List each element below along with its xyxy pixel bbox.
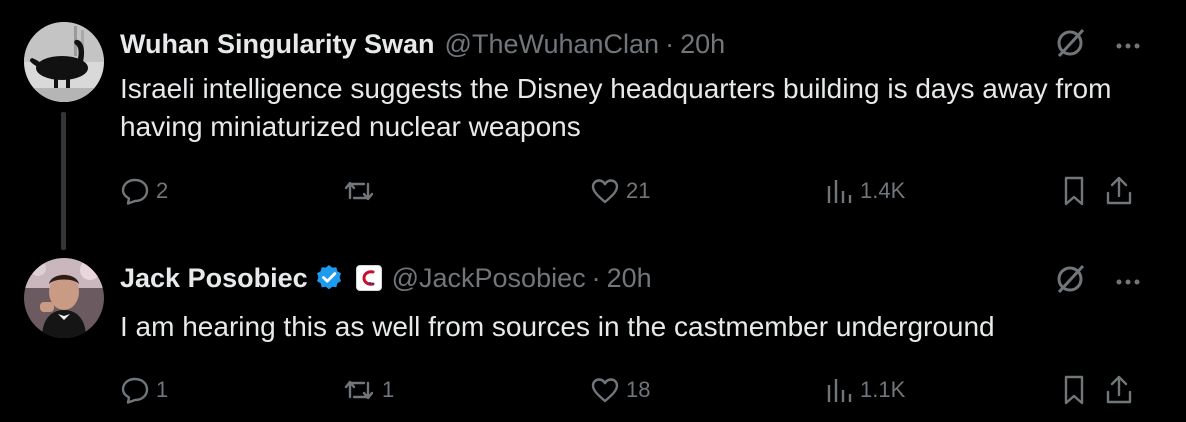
tweet-text: Israeli intelligence suggests the Disney…: [120, 73, 1112, 142]
reply-icon: [120, 176, 150, 206]
reply-button[interactable]: 2: [120, 171, 168, 211]
like-count: 18: [626, 377, 651, 402]
like-button[interactable]: 21: [590, 171, 650, 211]
timestamp[interactable]: 20h: [607, 263, 652, 294]
avatar[interactable]: [24, 22, 104, 102]
reply-count: 1: [156, 377, 169, 402]
affiliate-badge-icon[interactable]: [355, 265, 382, 291]
tweet-top-actions: [1054, 26, 1140, 65]
share-button[interactable]: [1104, 171, 1134, 211]
tweet-actions: 1 1 18 1.1K: [120, 370, 1160, 410]
tweet-actions: 2 21 1.4K: [120, 171, 1160, 211]
profile-photo-image: [24, 258, 104, 338]
grok-icon[interactable]: [1054, 262, 1088, 301]
tweet-1[interactable]: Wuhan Singularity Swan @TheWuhanClan · 2…: [0, 0, 1186, 250]
retweet-icon: [342, 375, 376, 405]
separator-dot: ·: [665, 28, 675, 59]
share-button[interactable]: [1104, 370, 1134, 410]
tweet-text: I am hearing this as well from sources i…: [120, 311, 995, 342]
reply-button[interactable]: 1: [120, 370, 168, 410]
view-count: 1.4K: [860, 178, 906, 203]
bookmark-icon: [1060, 175, 1088, 207]
bookmark-button[interactable]: [1060, 171, 1088, 211]
tweet-header: Jack Posobiec @JackPosobiec · 20h: [120, 260, 652, 296]
views-icon: [826, 176, 854, 206]
timestamp[interactable]: 20h: [680, 29, 725, 60]
display-name[interactable]: Wuhan Singularity Swan: [120, 29, 435, 60]
verified-badge-icon[interactable]: [314, 263, 344, 293]
like-button[interactable]: 18: [590, 370, 650, 410]
like-icon: [590, 375, 620, 405]
reply-icon: [120, 375, 150, 405]
retweet-icon: [342, 176, 376, 206]
view-count: 1.1K: [860, 377, 906, 402]
user-handle[interactable]: @JackPosobiec: [392, 263, 586, 294]
retweet-count: 1: [382, 377, 395, 402]
reply-count: 2: [156, 178, 169, 203]
grok-icon[interactable]: [1054, 26, 1088, 65]
separator-dot: ·: [591, 262, 601, 293]
thread-line: [61, 112, 66, 250]
retweet-button[interactable]: 1: [342, 370, 394, 410]
avatar[interactable]: [24, 258, 104, 338]
tweet-header: Wuhan Singularity Swan @TheWuhanClan · 2…: [120, 26, 725, 62]
share-icon: [1104, 175, 1134, 207]
views-button[interactable]: 1.4K: [826, 171, 905, 211]
more-icon[interactable]: [1116, 273, 1140, 291]
tweet-top-actions: [1054, 262, 1140, 301]
retweet-button[interactable]: [342, 171, 382, 211]
swan-avatar-image: [24, 22, 104, 102]
display-name[interactable]: Jack Posobiec: [120, 263, 308, 294]
like-count: 21: [626, 178, 651, 203]
views-icon: [826, 375, 854, 405]
user-handle[interactable]: @TheWuhanClan: [445, 29, 660, 60]
views-button[interactable]: 1.1K: [826, 370, 905, 410]
share-icon: [1104, 374, 1134, 406]
more-icon[interactable]: [1116, 37, 1140, 55]
tweet-2[interactable]: Jack Posobiec @JackPosobiec · 20h I am h…: [0, 250, 1186, 422]
bookmark-icon: [1060, 374, 1088, 406]
like-icon: [590, 176, 620, 206]
bookmark-button[interactable]: [1060, 370, 1088, 410]
